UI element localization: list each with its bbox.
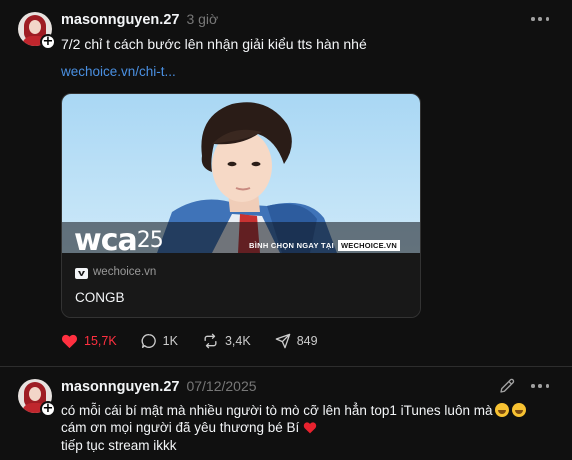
card-title: CONGB: [75, 290, 125, 305]
red-heart-emoji-icon: [304, 422, 317, 434]
card-site-name: wechoice.vn: [93, 266, 157, 278]
more-icon[interactable]: [531, 12, 549, 26]
vote-site: WECHOICE.VN: [338, 240, 400, 251]
post-text-line: tiếp tục stream ikkk: [61, 438, 177, 453]
repost-button[interactable]: 3,4K: [202, 333, 251, 349]
wechoice-logo-icon: [75, 268, 88, 279]
link-preview-card[interactable]: wca25 BÌNH CHỌN NGAY TẠI WECHOICE.VN wec…: [61, 93, 421, 318]
card-meta: wechoice.vn CONGB: [62, 253, 420, 317]
share-count: 849: [296, 334, 318, 348]
post-header: masonnguyen.27 07/12/2025: [61, 378, 257, 395]
action-bar: 15,7K 1K 3,4K 849: [61, 333, 342, 349]
plus-icon[interactable]: +: [40, 34, 56, 50]
timestamp[interactable]: 3 giờ: [186, 11, 218, 27]
comment-count: 1K: [162, 334, 178, 348]
rofl-emoji-icon: [512, 403, 527, 417]
post-text-line: cám ơn mọi người đã yêu thương bé Bí: [61, 418, 317, 438]
avatar[interactable]: +: [18, 12, 56, 50]
rofl-emoji-icon: [495, 403, 510, 417]
share-icon: [275, 333, 291, 349]
more-icon[interactable]: [531, 379, 549, 393]
thread-post: + masonnguyen.27 07/12/2025 có mỗi cái b…: [0, 367, 572, 460]
plus-icon[interactable]: +: [40, 401, 56, 417]
like-count: 15,7K: [84, 334, 117, 348]
share-button[interactable]: 849: [275, 333, 318, 349]
timestamp[interactable]: 07/12/2025: [186, 378, 256, 394]
post-header: masonnguyen.27 3 giờ: [61, 11, 218, 28]
repost-icon: [204, 333, 217, 349]
heart-icon: [61, 334, 78, 349]
edit-icon[interactable]: [498, 377, 516, 395]
thread-post: + masonnguyen.27 3 giờ 7/2 chỉ t cách bư…: [0, 0, 572, 366]
vote-label: BÌNH CHỌN NGAY TẠI: [249, 241, 334, 250]
avatar[interactable]: +: [18, 379, 56, 417]
username[interactable]: masonnguyen.27: [61, 379, 179, 395]
like-button[interactable]: 15,7K: [61, 333, 117, 349]
username[interactable]: masonnguyen.27: [61, 12, 179, 28]
post-link[interactable]: wechoice.vn/chi-t...: [61, 62, 176, 82]
preview-image: wca25 BÌNH CHỌN NGAY TẠI WECHOICE.VN: [62, 94, 420, 254]
comment-icon: [141, 334, 156, 348]
wca-logo: wca25: [74, 223, 164, 254]
repost-count: 3,4K: [224, 334, 251, 348]
post-text: 7/2 chỉ t cách bước lên nhận giải kiểu t…: [61, 36, 367, 52]
comment-button[interactable]: 1K: [141, 333, 178, 349]
